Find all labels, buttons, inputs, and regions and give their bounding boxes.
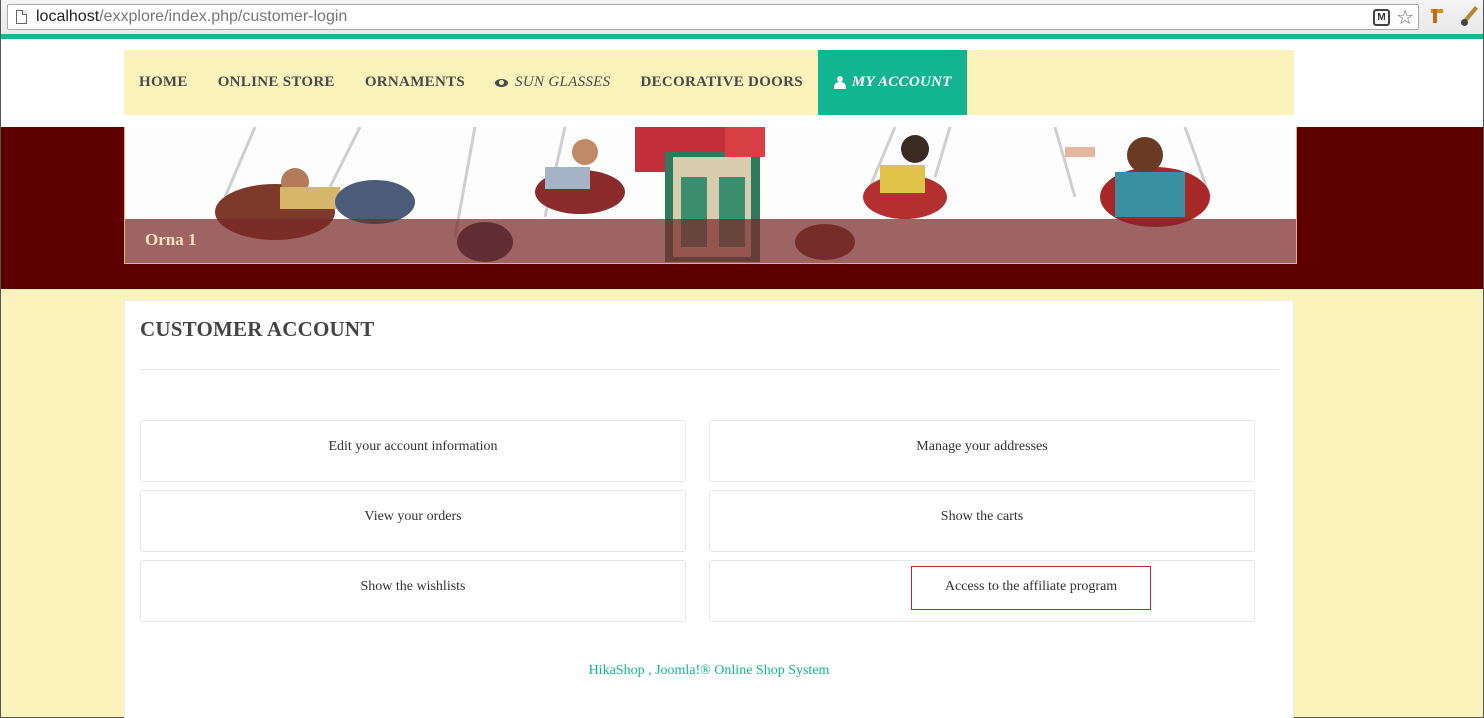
nav-item-label: HOME: [139, 74, 188, 90]
browser-toolbar: localhost/exxplore/index.php/customer-lo…: [1, 0, 1483, 34]
affiliate-program-button[interactable]: Access to the affiliate program: [709, 560, 1255, 622]
address-bar[interactable]: localhost/exxplore/index.php/customer-lo…: [7, 4, 1419, 30]
nav-item-label: DECORATIVE DOORS: [640, 74, 803, 90]
nav-item-label: MY ACCOUNT: [851, 74, 952, 90]
nav-item-sun-glasses[interactable]: SUN GLASSES: [480, 50, 625, 115]
url-text[interactable]: localhost/exxplore/index.php/customer-lo…: [36, 8, 347, 26]
bookmark-star-icon[interactable]: ☆: [1396, 5, 1414, 29]
extension-m-icon[interactable]: M: [1373, 9, 1390, 26]
tile-label: View your orders: [364, 509, 462, 524]
page-icon: [16, 10, 27, 24]
page-title: CUSTOMER ACCOUNT: [140, 317, 375, 341]
eye-icon: [495, 78, 509, 87]
tile-label: Show the wishlists: [360, 579, 466, 594]
banner-caption-bar: Orna 1: [125, 219, 1296, 263]
main-navbar: HOME ONLINE STORE ORNAMENTS SUN GLASSES …: [124, 50, 1294, 115]
banner-caption: Orna 1: [145, 230, 197, 249]
nav-item-label: SUN GLASSES: [515, 74, 611, 90]
show-carts-button[interactable]: Show the carts: [709, 490, 1255, 552]
extension-wrench-icon[interactable]: [1459, 5, 1479, 27]
nav-item-decorative-doors[interactable]: DECORATIVE DOORS: [625, 50, 817, 115]
nav-item-online-store[interactable]: ONLINE STORE: [203, 50, 350, 115]
tile-label: Show the carts: [940, 509, 1024, 524]
user-icon: [833, 76, 846, 89]
banner-slideshow[interactable]: Orna 1: [124, 127, 1297, 264]
tile-label: Edit your account information: [328, 439, 498, 454]
highlight-box: Access to the affiliate program: [911, 566, 1151, 610]
nav-item-label: ONLINE STORE: [217, 74, 335, 90]
edit-account-button[interactable]: Edit your account information: [140, 420, 686, 482]
tile-label: Access to the affiliate program: [944, 579, 1118, 594]
url-path: /exxplore/index.php/customer-login: [99, 8, 348, 25]
nav-item-my-account[interactable]: MY ACCOUNT: [817, 50, 967, 115]
title-divider: [140, 369, 1279, 370]
hikashop-footer-link[interactable]: HikaShop , Joomla!® Online Shop System: [125, 663, 1293, 679]
nav-item-home[interactable]: HOME: [124, 50, 203, 115]
nav-item-ornaments[interactable]: ORNAMENTS: [350, 50, 480, 115]
view-orders-button[interactable]: View your orders: [140, 490, 686, 552]
customer-account-panel: CUSTOMER ACCOUNT Edit your account infor…: [124, 300, 1294, 718]
url-host: localhost: [36, 8, 100, 25]
tile-label: Manage your addresses: [916, 439, 1048, 454]
manage-addresses-button[interactable]: Manage your addresses: [709, 420, 1255, 482]
extension-tool-icon[interactable]: [1429, 7, 1445, 25]
nav-item-label: ORNAMENTS: [364, 74, 466, 90]
show-wishlists-button[interactable]: Show the wishlists: [140, 560, 686, 622]
